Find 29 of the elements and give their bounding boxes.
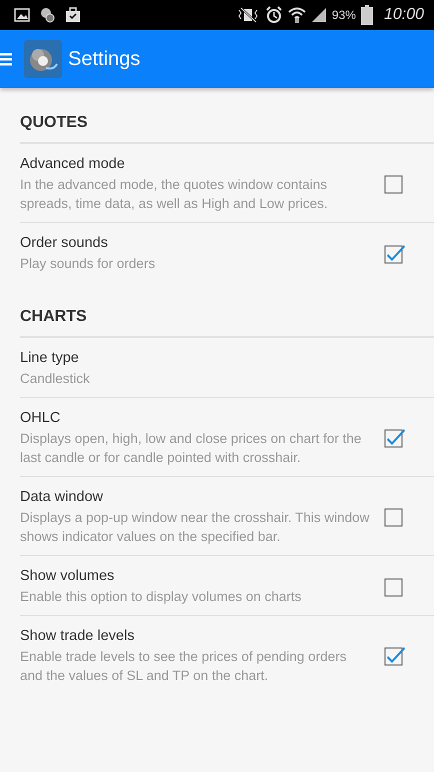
setting-summary: Enable trade levels to see the prices of pending orders and the values of SL and TP on the chart. [20, 648, 348, 685]
setting-summary: In the advanced mode, the quotes window contains spreads, time data, as well as High and Low prices. [20, 176, 329, 213]
battery-icon [360, 5, 373, 25]
wifi-icon [288, 6, 306, 24]
setting-title: Line type [20, 349, 80, 368]
setting-summary: Play sounds for orders [20, 255, 156, 273]
section-header: CHARTS [20, 298, 434, 338]
setting-title: Order sounds [20, 234, 109, 253]
setting-summary: Candlestick [20, 370, 91, 388]
battery-percentage: 93% [332, 8, 356, 22]
alarm-clock-icon [264, 6, 283, 24]
setting-title: Show trade levels [20, 627, 136, 646]
setting-title: OHLC [20, 409, 62, 428]
setting-title: Advanced mode [20, 155, 126, 174]
setting-title: Show volumes [20, 567, 116, 586]
clipboard-check-icon [64, 7, 82, 23]
signal-icon [310, 7, 327, 23]
setting-summary: Displays open, high, low and close prices on chart for the last candle or for candle pointed with crosshair. [20, 430, 362, 467]
app-logo-icon[interactable] [24, 40, 62, 78]
setting-summary: Displays a pop-up window near the crosshair. This window shows indicator values on the specified bar. [20, 509, 370, 546]
menu-icon[interactable] [0, 51, 12, 67]
screen-title: Settings [68, 48, 140, 70]
vibrate-mute-icon [236, 7, 260, 23]
setting-title: Data window [20, 488, 104, 507]
image-icon [14, 8, 30, 22]
clock-time: 10:00 [384, 6, 424, 24]
setting-summary: Enable this option to display volumes on charts [20, 588, 302, 606]
section-header: QUOTES [20, 104, 434, 144]
app-notification-icon [39, 7, 55, 23]
